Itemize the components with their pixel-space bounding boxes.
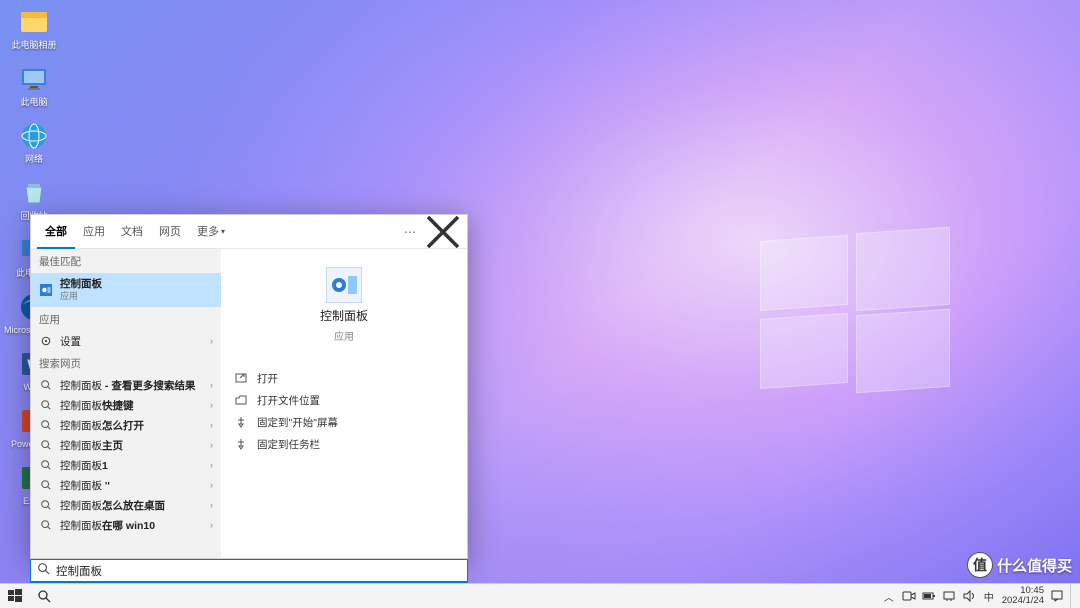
watermark: 值 什么值得买 [967, 552, 1072, 578]
chevron-right-icon: › [210, 336, 213, 346]
result-web-2[interactable]: 控制面板怎么打开› [31, 415, 221, 435]
wallpaper-windows-logo [760, 230, 950, 390]
search-results-list: 最佳匹配 控制面板应用 应用 设置› 搜索网页 控制面板 - 查看更多搜索结果›… [31, 249, 221, 558]
search-icon [39, 378, 53, 392]
search-icon [37, 562, 50, 580]
search-input-bar[interactable] [30, 559, 468, 583]
show-desktop-button[interactable] [1070, 584, 1076, 608]
section-web: 搜索网页 [31, 351, 221, 375]
chevron-right-icon: › [210, 400, 213, 410]
tray-volume-icon[interactable] [962, 589, 976, 603]
system-tray: ︿ 中 10:452024/1/24 [882, 584, 1080, 608]
result-best-match[interactable]: 控制面板应用 [31, 273, 221, 307]
options-menu[interactable]: ⋯ [396, 225, 425, 239]
chevron-right-icon: › [210, 500, 213, 510]
tab-all[interactable]: 全部 [37, 215, 75, 249]
result-web-6[interactable]: 控制面板怎么放在桌面› [31, 495, 221, 515]
chevron-right-icon: › [210, 380, 213, 390]
tray-chevron-up-icon[interactable]: ︿ [882, 589, 896, 603]
result-web-7[interactable]: 控制面板在哪 win10› [31, 515, 221, 535]
tab-web[interactable]: 网页 [151, 215, 189, 249]
search-icon [39, 418, 53, 432]
search-preview-pane: 控制面板 应用 打开 打开文件位置 固定到"开始"屏幕 固定到任务栏 [221, 249, 467, 558]
taskbar: ︿ 中 10:452024/1/24 [0, 583, 1080, 608]
desktop-icon-network[interactable]: 网络 [8, 120, 60, 174]
taskbar-search-button[interactable] [30, 584, 58, 608]
desktop: 此电脑相册 此电脑 网络 回收站 此电脑名 Microsoft Edge WWo… [0, 0, 1080, 608]
chevron-right-icon: › [210, 480, 213, 490]
chevron-right-icon: › [210, 440, 213, 450]
section-apps: 应用 [31, 307, 221, 331]
search-icon [39, 518, 53, 532]
search-icon [39, 458, 53, 472]
gear-icon [39, 334, 53, 348]
search-input[interactable] [56, 565, 461, 577]
preview-title: 控制面板 [320, 307, 368, 324]
control-panel-icon [39, 283, 53, 297]
tray-battery-icon[interactable] [922, 589, 936, 603]
close-button[interactable] [425, 215, 461, 249]
tab-apps[interactable]: 应用 [75, 215, 113, 249]
search-icon [39, 438, 53, 452]
start-button[interactable] [0, 584, 30, 608]
preview-subtitle: 应用 [334, 328, 354, 343]
result-web-5[interactable]: 控制面板 ''› [31, 475, 221, 495]
result-web-1[interactable]: 控制面板快捷键› [31, 395, 221, 415]
tab-docs[interactable]: 文档 [113, 215, 151, 249]
search-icon [39, 478, 53, 492]
result-web-4[interactable]: 控制面板1› [31, 455, 221, 475]
chevron-down-icon: ▾ [221, 215, 225, 249]
chevron-right-icon: › [210, 460, 213, 470]
search-icon [39, 498, 53, 512]
search-icon [39, 398, 53, 412]
result-web-3[interactable]: 控制面板主页› [31, 435, 221, 455]
action-open-location[interactable]: 打开文件位置 [235, 389, 453, 411]
tab-more[interactable]: 更多▾ [189, 215, 233, 249]
desktop-icon-gallery[interactable]: 此电脑相册 [8, 6, 60, 60]
chevron-right-icon: › [210, 420, 213, 430]
tray-clock[interactable]: 10:452024/1/24 [1002, 586, 1044, 606]
result-app-settings[interactable]: 设置› [31, 331, 221, 351]
tray-ime[interactable]: 中 [982, 589, 996, 603]
action-open[interactable]: 打开 [235, 367, 453, 389]
search-tabs: 全部 应用 文档 网页 更多▾ ⋯ [31, 215, 467, 249]
tray-meet-now-icon[interactable] [902, 589, 916, 603]
action-pin-start[interactable]: 固定到"开始"屏幕 [235, 411, 453, 433]
desktop-icon-this-pc[interactable]: 此电脑 [8, 63, 60, 117]
section-best-match: 最佳匹配 [31, 249, 221, 273]
chevron-right-icon: › [210, 520, 213, 530]
preview-control-panel-icon [326, 267, 362, 303]
start-search-panel: 全部 应用 文档 网页 更多▾ ⋯ 最佳匹配 控制面板应用 应用 设置› [30, 214, 468, 559]
result-web-0[interactable]: 控制面板 - 查看更多搜索结果› [31, 375, 221, 395]
tray-network-icon[interactable] [942, 589, 956, 603]
watermark-badge-icon: 值 [967, 552, 993, 578]
tray-notifications-icon[interactable] [1050, 589, 1064, 603]
action-pin-taskbar[interactable]: 固定到任务栏 [235, 433, 453, 455]
